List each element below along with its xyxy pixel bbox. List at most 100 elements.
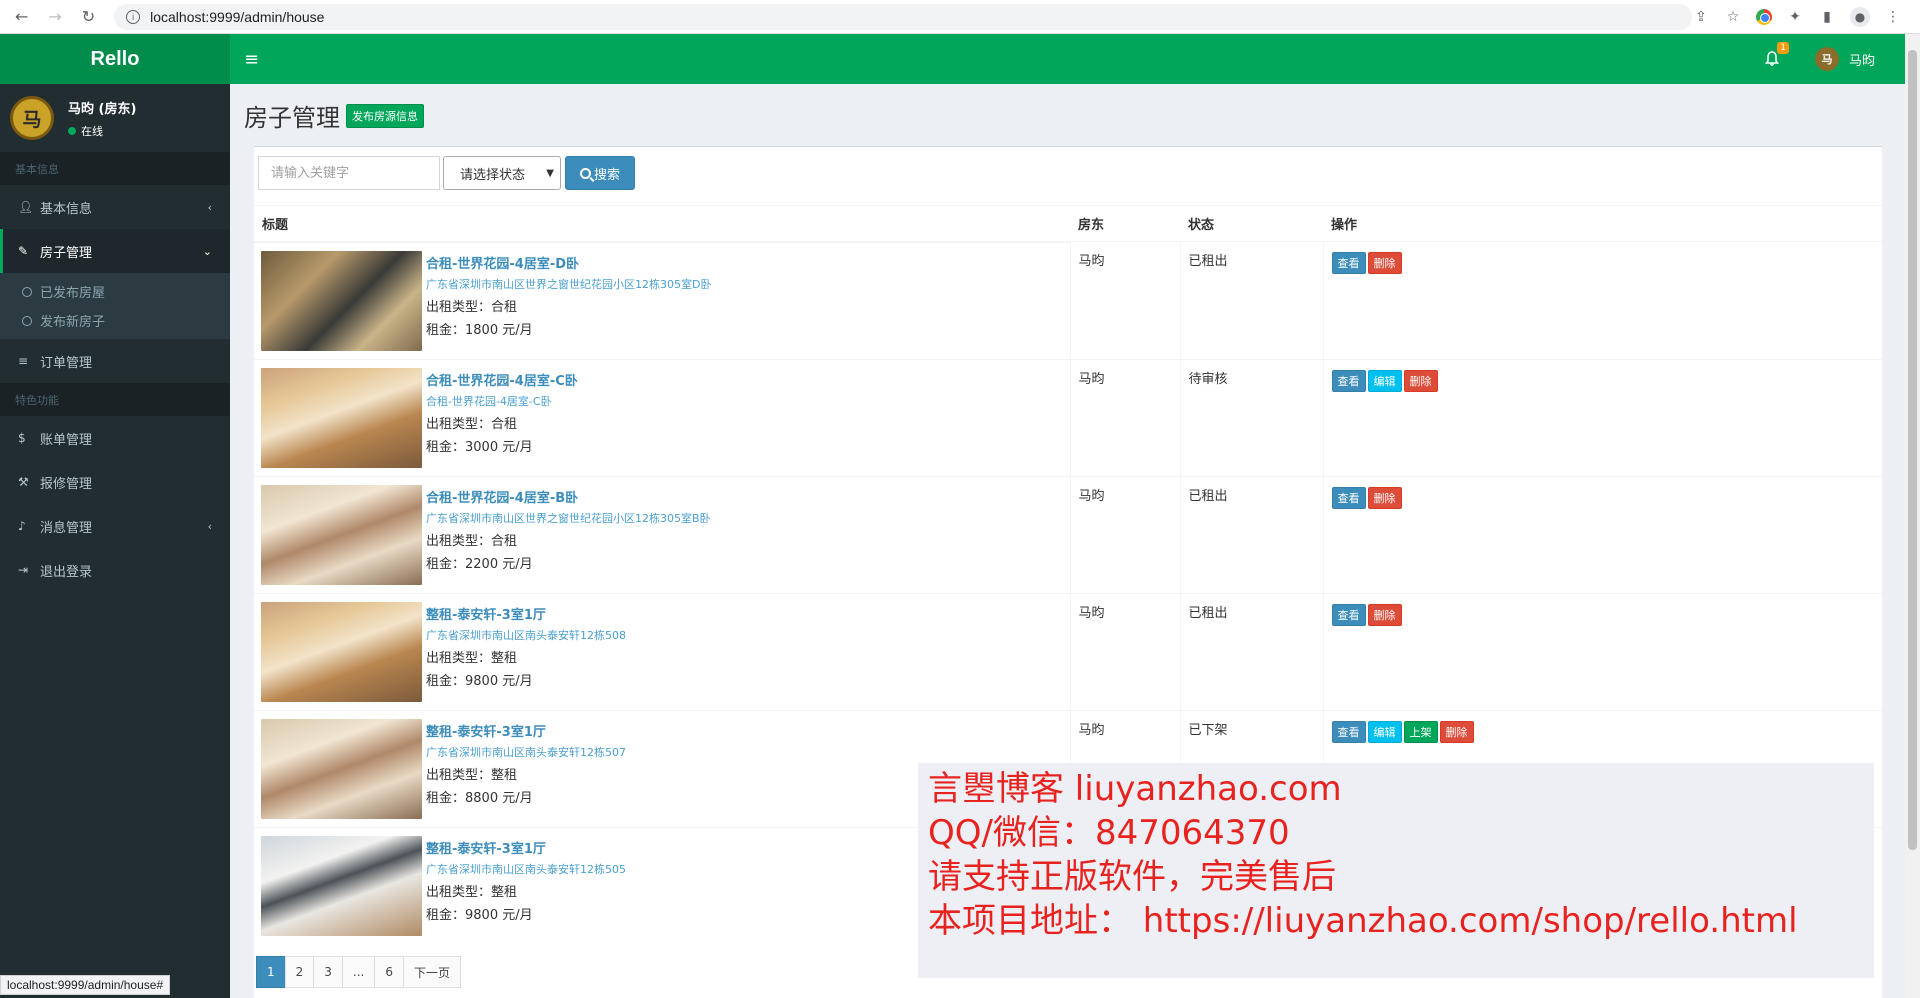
rent-label: 租金： <box>426 674 466 689</box>
chevron-left-icon: ‹ <box>207 200 212 214</box>
house-thumbnail[interactable] <box>261 251 422 351</box>
profile-icon[interactable]: ● <box>1850 6 1871 27</box>
sidebar-item-label: 账单管理 <box>40 432 93 448</box>
more-vert-icon[interactable]: ⋮ <box>1884 8 1902 26</box>
list-on-shelf-button[interactable]: 上架 <box>1403 720 1438 743</box>
sidebar-user-name: 马昀 (房东) <box>68 101 137 117</box>
sidebar-item-label: 基本信息 <box>40 201 93 217</box>
notification-bell-icon[interactable]: 1 <box>1761 42 1789 70</box>
column-header-landlord: 房东 <box>1070 205 1180 242</box>
sidebar-item-bills[interactable]: $ 账单管理 <box>0 416 230 460</box>
status-cell: 已租出 <box>1179 241 1323 359</box>
sidebar-item-label: 订单管理 <box>40 355 93 371</box>
sidebar-section-basic: 基本信息 <box>0 152 230 185</box>
house-title-link[interactable]: 合租-世界花园-4居室-B卧 <box>426 487 711 506</box>
puzzle-icon[interactable]: ✦ <box>1786 8 1804 26</box>
rent-price: 8800 元/月 <box>465 791 533 806</box>
forward-icon[interactable]: → <box>43 5 66 29</box>
site-info-icon[interactable]: i <box>126 9 141 24</box>
watermark-overlay: 言瞾博客 liuyanzhao.com QQ/微信：847064370 请支持正… <box>918 763 1874 978</box>
sidebar-section-features: 特色功能 <box>0 383 230 416</box>
extension-logo-icon[interactable] <box>1756 8 1773 25</box>
sidebar-item-label: 已发布房屋 <box>40 286 106 301</box>
page-button-6[interactable]: 6 <box>374 956 405 988</box>
rent-type: 合租 <box>491 534 518 549</box>
delete-button[interactable]: 删除 <box>1367 252 1402 274</box>
keyword-search-input[interactable] <box>258 156 440 190</box>
bookmark-star-icon[interactable]: ☆ <box>1724 8 1742 26</box>
status-cell: 待审核 <box>1179 358 1323 476</box>
sidebar-item-logout[interactable]: ⇥ 退出登录 <box>0 548 230 592</box>
edit-button[interactable]: 编辑 <box>1367 369 1402 392</box>
house-title-link[interactable]: 整租-泰安轩-3室1厅 <box>426 604 626 623</box>
logo[interactable]: Rello <box>0 34 230 84</box>
status-select[interactable]: 请选择状态 ▼ <box>443 156 561 190</box>
edit-button[interactable]: 编辑 <box>1367 720 1402 743</box>
landlord-cell: 马昀 <box>1069 592 1180 710</box>
house-title-link[interactable]: 整租-泰安轩-3室1厅 <box>426 721 626 740</box>
share-icon[interactable]: ⇪ <box>1692 8 1710 26</box>
sidebar: 马 马昀 (房东) 在线 基本信息 👤︎ 基本信息 ‹ ✎ 房子管理 ⌄ 已发布… <box>0 84 230 998</box>
view-button[interactable]: 查看 <box>1331 369 1366 392</box>
house-title-link[interactable]: 合租-世界花园-4居室-D卧 <box>426 253 711 272</box>
scrollbar-thumb[interactable] <box>1908 50 1917 850</box>
sidebar-item-published-houses[interactable]: 已发布房屋 <box>0 277 230 306</box>
house-thumbnail[interactable] <box>261 602 422 702</box>
avatar: 马 <box>1814 47 1839 71</box>
house-thumbnail[interactable] <box>261 485 422 585</box>
sidebar-item-repairs[interactable]: ⚒ 报修管理 <box>0 460 230 504</box>
database-icon: ≡ <box>18 354 29 368</box>
sidebar-item-house-management[interactable]: ✎ 房子管理 ⌄ <box>0 229 230 273</box>
house-title-link[interactable]: 整租-泰安轩-3室1厅 <box>426 838 626 857</box>
user-panel: 马 马昀 (房东) 在线 <box>0 84 230 152</box>
view-button[interactable]: 查看 <box>1331 486 1366 509</box>
page-title: 房子管理 <box>244 104 340 132</box>
publish-house-button[interactable]: 发布房源信息 <box>346 103 424 128</box>
sidebar-item-basic-info[interactable]: 👤︎ 基本信息 ‹ <box>0 185 230 229</box>
delete-button[interactable]: 删除 <box>1439 720 1474 743</box>
page-button-1[interactable]: 1 <box>256 956 286 988</box>
sidebar-item-orders[interactable]: ≡ 订单管理 <box>0 339 230 383</box>
view-button[interactable]: 查看 <box>1331 603 1366 626</box>
page-button-2[interactable]: 2 <box>284 956 315 988</box>
house-title-link[interactable]: 合租-世界花园-4居室-C卧 <box>426 370 578 389</box>
search-button-label: 搜索 <box>593 167 620 183</box>
sidebar-item-label: 消息管理 <box>40 520 93 536</box>
pagination: 1 2 3 ... 6 下一页 <box>256 956 462 988</box>
column-header-title: 标题 <box>254 205 1070 242</box>
sidebar-item-label: 报修管理 <box>40 476 93 492</box>
next-page-button[interactable]: 下一页 <box>403 956 462 988</box>
house-thumbnail[interactable] <box>261 719 422 819</box>
house-thumbnail[interactable] <box>261 368 422 468</box>
circle-icon <box>22 286 32 297</box>
search-button[interactable]: 搜索 <box>565 156 635 190</box>
status-cell: 已租出 <box>1179 592 1323 710</box>
back-icon[interactable]: ← <box>10 5 33 29</box>
sidebar-item-publish-new-house[interactable]: 发布新房子 <box>0 306 230 335</box>
rent-type: 合租 <box>491 300 518 315</box>
delete-button[interactable]: 删除 <box>1403 369 1438 392</box>
side-panel-icon[interactable]: ▮ <box>1818 8 1836 26</box>
delete-button[interactable]: 删除 <box>1367 603 1402 626</box>
view-button[interactable]: 查看 <box>1331 252 1366 274</box>
house-address: 广东省深圳市南山区南头泰安轩12栋505 <box>426 863 626 876</box>
house-address: 广东省深圳市南山区南头泰安轩12栋507 <box>426 746 626 759</box>
house-thumbnail[interactable] <box>261 836 422 936</box>
sidebar-avatar: 马 <box>10 96 54 140</box>
sidebar-item-messages[interactable]: ♪ 消息管理 ‹ <box>0 504 230 548</box>
watermark-line: 言瞾博客 liuyanzhao.com <box>928 769 1342 809</box>
view-button[interactable]: 查看 <box>1331 720 1366 743</box>
user-menu[interactable]: 马 马昀 <box>1814 47 1875 71</box>
delete-button[interactable]: 删除 <box>1367 486 1402 509</box>
address-bar[interactable]: i localhost:9999/admin/house <box>114 3 1693 30</box>
brush-icon: ✎ <box>18 244 29 258</box>
reload-icon[interactable]: ↻ <box>77 5 100 29</box>
notification-count-badge: 1 <box>1777 42 1789 54</box>
sidebar-toggle-icon[interactable]: ≡ <box>244 49 268 70</box>
rent-type-label: 出租类型： <box>426 651 492 666</box>
page-button-3[interactable]: 3 <box>313 956 343 988</box>
dollar-icon: $ <box>18 431 26 445</box>
table-row: 合租-世界花园-4居室-C卧 合租-世界花园-4居室-C卧 出租类型：合租 租金：30… <box>254 358 1882 476</box>
page-scrollbar[interactable] <box>1905 34 1920 998</box>
bell-glyph-icon <box>1764 51 1779 66</box>
